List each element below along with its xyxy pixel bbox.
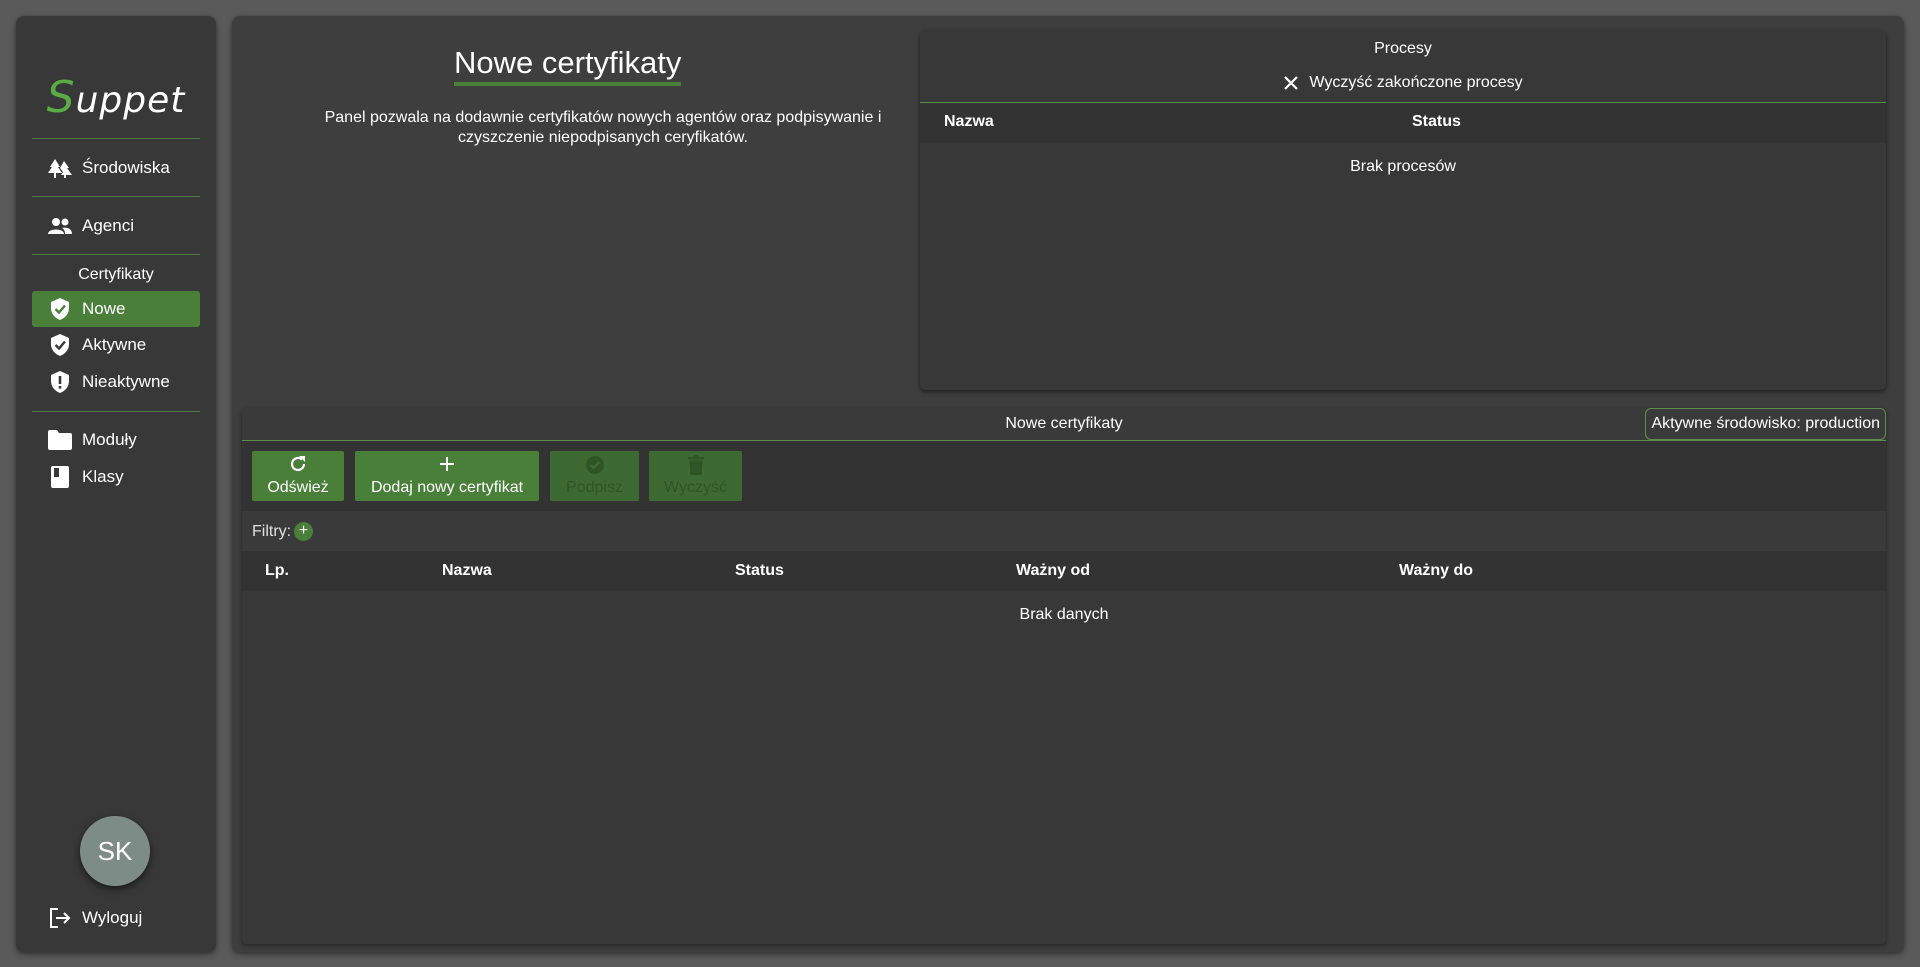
- column-header-status[interactable]: Status: [1412, 113, 1461, 131]
- sidebar-item-label: Aktywne: [82, 335, 147, 354]
- divider: [32, 411, 200, 412]
- active-environment-badge: Aktywne środowisko: production: [1645, 408, 1886, 440]
- column-header-name[interactable]: Nazwa: [442, 562, 492, 580]
- divider: [32, 254, 200, 255]
- forest-icon: [48, 156, 72, 180]
- avatar[interactable]: SK: [80, 816, 150, 886]
- logout-label: Wyloguj: [82, 908, 143, 927]
- sidebar-item-classes[interactable]: Klasy: [32, 459, 200, 495]
- folder-icon: [48, 428, 72, 452]
- sidebar-item-environments[interactable]: Środowiska: [32, 150, 200, 186]
- refresh-button[interactable]: Odśwież: [252, 451, 344, 501]
- main-content: Nowe certyfikaty Panel pozwala na dodawn…: [232, 16, 1904, 952]
- trash-icon: [649, 455, 742, 475]
- certificates-table-title: Nowe certyfikaty: [242, 408, 1886, 440]
- sidebar: Suppet Środowiska Agenci Certyfikaty Now…: [16, 16, 216, 952]
- refresh-label: Odśwież: [267, 479, 329, 496]
- add-filter-button[interactable]: +: [294, 522, 313, 541]
- sidebar-item-new-certificates[interactable]: Nowe: [32, 291, 200, 327]
- divider: [32, 196, 200, 197]
- column-header-lp[interactable]: Lp.: [265, 562, 289, 580]
- divider: [32, 138, 200, 139]
- processes-empty-message: Brak procesów: [1350, 158, 1456, 175]
- certificates-empty-message: Brak danych: [1019, 606, 1109, 623]
- sidebar-item-label: Środowiska: [82, 158, 170, 177]
- clear-finished-processes-label: Wyczyść zakończone procesy: [1309, 74, 1523, 91]
- plus-icon: [355, 455, 539, 475]
- people-icon: [48, 214, 72, 238]
- column-header-status[interactable]: Status: [735, 562, 784, 580]
- refresh-icon: [252, 455, 344, 475]
- book-icon: [48, 465, 72, 489]
- sidebar-item-agents[interactable]: Agenci: [32, 208, 200, 244]
- sidebar-item-label: Moduły: [82, 430, 137, 449]
- filters-label: Filtry:: [252, 523, 292, 540]
- sign-label: Podpisz: [566, 479, 623, 496]
- section-title-certificates: Certyfikaty: [78, 266, 154, 283]
- app-logo[interactable]: Suppet: [16, 72, 216, 123]
- sidebar-item-label: Klasy: [82, 467, 124, 486]
- clear-button[interactable]: Wyczyść: [649, 451, 742, 501]
- column-header-name[interactable]: Nazwa: [944, 113, 994, 131]
- check-circle-icon: [550, 455, 639, 475]
- shield-alert-icon: [48, 370, 72, 394]
- column-header-valid-to[interactable]: Ważny do: [1399, 562, 1473, 580]
- certificates-toolbar: Odśwież Dodaj nowy certyfikat Podpisz Wy…: [242, 441, 1886, 511]
- filters-bar: Filtry: +: [242, 511, 1886, 551]
- sign-button[interactable]: Podpisz: [550, 451, 639, 501]
- shield-check-icon: [48, 333, 72, 357]
- sidebar-item-inactive-certificates[interactable]: Nieaktywne: [32, 364, 200, 400]
- page-description: Panel pozwala na dodawnie certyfikatów n…: [324, 109, 882, 146]
- certificates-table-header: Lp. Nazwa Status Ważny od Ważny do: [242, 551, 1886, 591]
- clear-label: Wyczyść: [664, 479, 727, 496]
- sidebar-item-label: Nowe: [82, 299, 126, 318]
- add-certificate-label: Dodaj nowy certyfikat: [370, 479, 524, 496]
- column-header-valid-from[interactable]: Ważny od: [1016, 562, 1090, 580]
- logout-icon: [48, 906, 72, 930]
- sidebar-item-modules[interactable]: Moduły: [32, 422, 200, 458]
- processes-panel: Procesy Wyczyść zakończone procesy Nazwa…: [920, 30, 1886, 390]
- clear-finished-processes-button[interactable]: Wyczyść zakończone procesy: [920, 74, 1886, 92]
- sidebar-item-label: Agenci: [82, 216, 134, 235]
- add-certificate-button[interactable]: Dodaj nowy certyfikat: [355, 451, 539, 501]
- logout-button[interactable]: Wyloguj: [32, 900, 200, 936]
- page-title: Nowe certyfikaty: [454, 44, 682, 86]
- sidebar-item-label: Nieaktywne: [82, 372, 170, 391]
- close-icon: [1283, 75, 1299, 91]
- shield-check-icon: [48, 297, 72, 321]
- processes-title: Procesy: [1374, 40, 1432, 57]
- sidebar-item-active-certificates[interactable]: Aktywne: [32, 327, 200, 363]
- processes-table-header: Nazwa Status: [920, 103, 1886, 143]
- certificates-panel: Nowe certyfikaty Aktywne środowisko: pro…: [242, 408, 1886, 944]
